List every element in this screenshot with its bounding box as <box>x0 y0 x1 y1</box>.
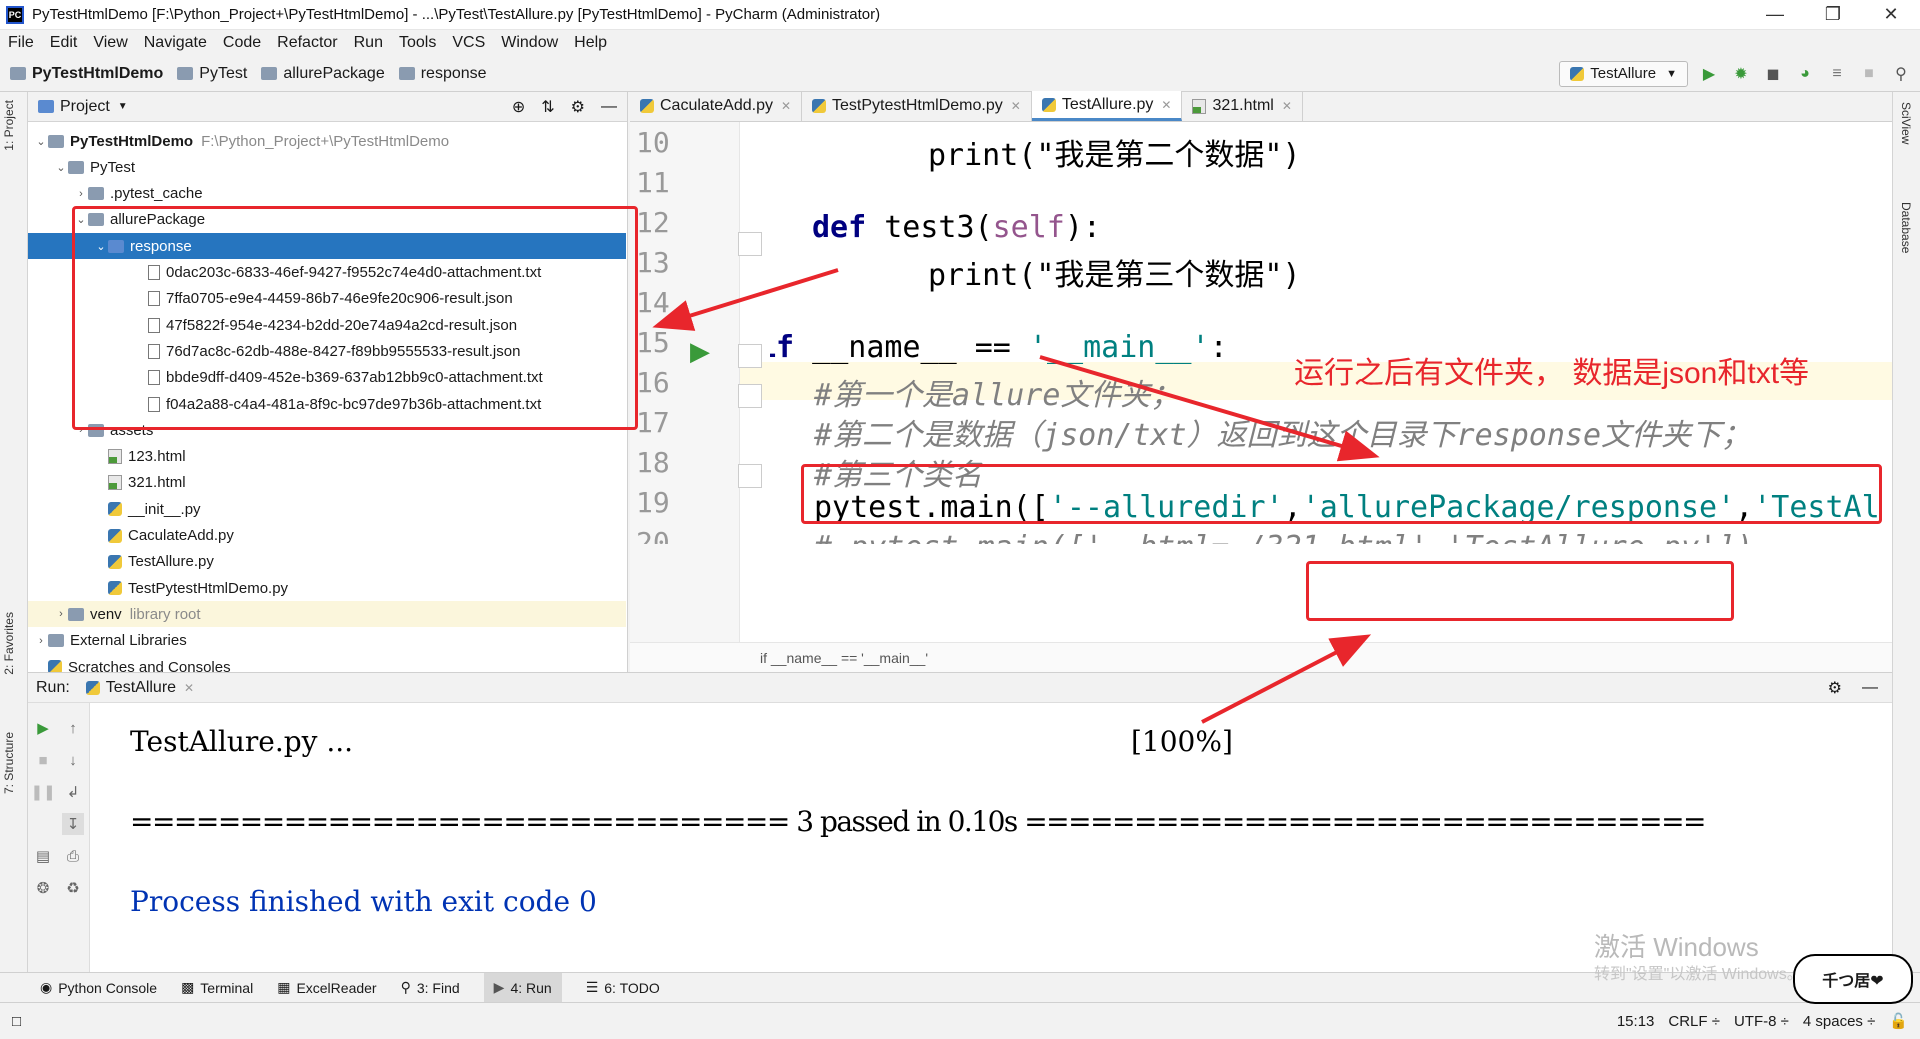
windows-activation-watermark: 激活 Windows <box>1594 932 1759 962</box>
annotation-arrow <box>1201 634 1372 724</box>
annotation-arrow <box>652 268 839 331</box>
author-stamp: 千つ居❤ <box>1793 954 1913 1004</box>
annotation-arrow <box>1039 355 1380 462</box>
windows-activation-hint: 转到"设置"以激活 Windows。 <box>1594 966 1803 983</box>
annotation-arrows <box>652 268 1380 724</box>
